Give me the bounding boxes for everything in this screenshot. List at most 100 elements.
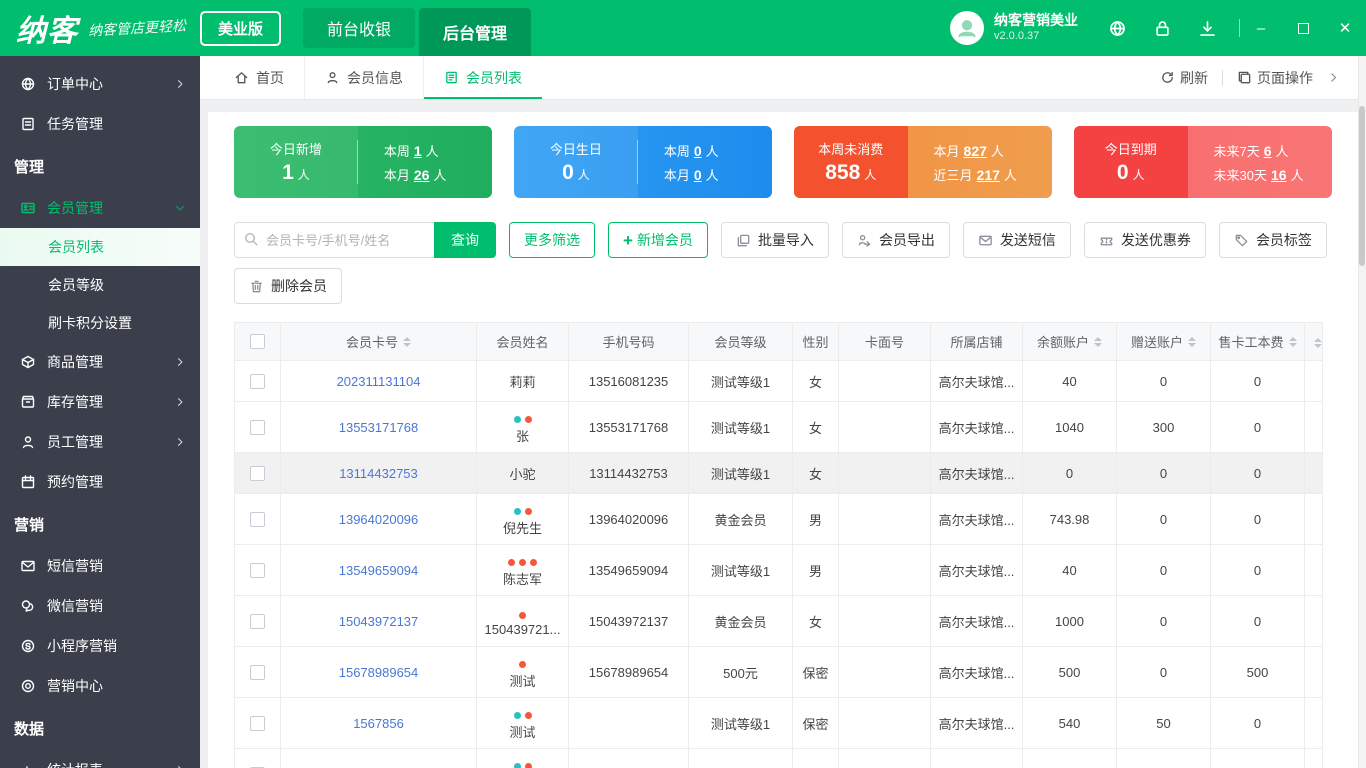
minimize-button[interactable]: – — [1240, 0, 1282, 56]
row-checkbox[interactable] — [250, 562, 265, 578]
cell-face — [838, 748, 931, 768]
table-row-1[interactable]: 13553171768 张 13553171768 测试等级1 女高尔夫球馆... 104… — [234, 401, 1323, 453]
header-tab-0[interactable]: 前台收银 — [303, 8, 416, 48]
sidebar-item-label: 会员管理 — [47, 200, 103, 216]
sidebar-item-1[interactable]: 任务管理 — [0, 104, 200, 144]
sidebar-item-0[interactable]: 订单中心 — [0, 64, 200, 104]
search-input[interactable] — [234, 222, 434, 258]
tag-dot — [519, 660, 526, 668]
table-row-8[interactable]: 测试 — [234, 748, 1323, 768]
sidebar-item-9[interactable]: 员工管理 — [0, 422, 200, 462]
column-fee[interactable]: 售卡工本费 — [1210, 322, 1305, 361]
toolbar-button-0[interactable]: 批量导入 — [720, 222, 829, 258]
column-stub[interactable] — [1304, 322, 1323, 361]
cell-gender: 女 — [792, 401, 839, 453]
row-checkbox[interactable] — [250, 613, 265, 629]
column-balance[interactable]: 余额账户 — [1022, 322, 1117, 361]
sidebar-item-10[interactable]: 预约管理 — [0, 462, 200, 502]
header-tab-1[interactable]: 后台管理 — [419, 8, 532, 56]
sort-icon[interactable] — [1314, 337, 1322, 348]
toolbar-button-2[interactable]: 发送短信 — [962, 222, 1071, 258]
column-card[interactable]: 会员卡号 — [280, 322, 477, 361]
tab-2[interactable]: 会员列表 — [423, 56, 542, 99]
row-checkbox[interactable] — [250, 511, 265, 527]
maximize-button[interactable] — [1282, 0, 1324, 56]
globe-icon[interactable] — [1108, 19, 1127, 38]
sidebar-item-14[interactable]: 小程序营销 — [0, 626, 200, 666]
stat-unit: 人 — [577, 168, 590, 182]
refresh-button[interactable]: 刷新 — [1160, 68, 1208, 88]
sort-icon[interactable] — [1288, 336, 1297, 347]
scrollbar-thumb[interactable] — [1359, 106, 1365, 266]
stat-title: 本周未消费 — [818, 142, 884, 157]
member-card-link[interactable]: 13549659094 — [339, 563, 419, 578]
sidebar-item-label: 员工管理 — [47, 434, 103, 450]
row-checkbox[interactable] — [250, 664, 265, 680]
member-card-link[interactable]: 13964020096 — [339, 512, 419, 527]
sidebar-subitem-5[interactable]: 会员等级 — [0, 266, 200, 304]
sort-icon[interactable] — [1094, 336, 1102, 347]
tab-1[interactable]: 会员信息 — [304, 56, 423, 99]
sidebar-item-7[interactable]: 商品管理 — [0, 342, 200, 382]
sidebar-item-13[interactable]: 微信营销 — [0, 586, 200, 626]
table-row-3[interactable]: 13964020096 倪先生 13964020096 黄金会员男高尔夫球馆... 74… — [234, 493, 1323, 545]
avatar[interactable] — [950, 11, 984, 45]
member-card-link[interactable]: 13553171768 — [339, 420, 419, 435]
header-checkbox[interactable] — [250, 334, 265, 349]
content-scrollbar[interactable] — [1358, 56, 1366, 768]
chevron-right-icon[interactable] — [1327, 71, 1340, 84]
search-icon — [243, 231, 259, 247]
download-icon[interactable] — [1198, 19, 1217, 38]
cell-balance: 0 — [1022, 452, 1117, 494]
table-row-7[interactable]: 1567856 测试 测试等级1 保密 高尔夫球馆... 540 50 0 — [234, 697, 1323, 749]
sidebar-item-3[interactable]: 会员管理 — [0, 188, 200, 228]
wechat-icon — [20, 598, 36, 614]
lock-icon[interactable] — [1153, 19, 1172, 38]
sidebar-item-8[interactable]: 库存管理 — [0, 382, 200, 422]
column-gift[interactable]: 赠送账户 — [1116, 322, 1211, 361]
member-card-link[interactable]: 15678989654 — [339, 665, 419, 680]
row-checkbox[interactable] — [250, 419, 265, 435]
import-icon — [736, 233, 751, 248]
sidebar-subitem-4[interactable]: 会员列表 — [0, 228, 200, 266]
table-row-6[interactable]: 15678989654 测试 15678989654 500元 保密 高尔夫球馆... 50… — [234, 646, 1323, 698]
delete-member-button[interactable]: 删除会员 — [234, 268, 342, 304]
app-version: v2.0.0.37 — [994, 29, 1040, 42]
tab-0[interactable]: 首页 — [214, 56, 304, 99]
row-checkbox[interactable] — [250, 373, 265, 389]
sidebar-subitem-6[interactable]: 刷卡积分设置 — [0, 304, 200, 342]
member-card-link[interactable]: 15043972137 — [339, 614, 419, 629]
toolbar-button-3[interactable]: 发送优惠券 — [1083, 222, 1206, 258]
sidebar-item-17[interactable]: 统计报表 — [0, 750, 200, 768]
toolbar-button-4[interactable]: 会员标签 — [1218, 222, 1327, 258]
sort-icon[interactable] — [403, 336, 411, 347]
toolbar-button-1[interactable]: 会员导出 — [841, 222, 950, 258]
stat-card-right: 本周 1 人本月 26 人 — [358, 126, 492, 198]
member-card-link[interactable]: 202311131104 — [337, 374, 421, 389]
edition-button[interactable]: 美业版 — [200, 10, 282, 46]
sidebar-item-15[interactable]: 营销中心 — [0, 666, 200, 706]
row-checkbox[interactable] — [250, 715, 265, 731]
sidebar-item-12[interactable]: 短信营销 — [0, 546, 200, 586]
stat-value: 1人 — [282, 161, 310, 184]
cell-phone: 13516081235 — [568, 360, 689, 402]
member-card-link[interactable]: 13114432753 — [339, 466, 418, 481]
sidebar: 订单中心 任务管理 管理 会员管理 会员列表 会员等级 刷卡积分设置 商品管理 库存管理 员工管理… — [0, 56, 200, 768]
cell-fee: 0 — [1210, 452, 1305, 494]
column-gender: 性别 — [792, 322, 839, 361]
add-member-button[interactable]: + 新增会员 — [608, 222, 708, 258]
cell-level — [688, 748, 793, 768]
cell-gift: 50 — [1116, 697, 1211, 749]
more-filter-button[interactable]: 更多筛选 — [509, 222, 595, 258]
table-row-2[interactable]: 13114432753 小驼 13114432753 测试等级1 女高尔夫球馆... 0 0… — [234, 452, 1323, 494]
page-ops-button[interactable]: 页面操作 — [1237, 68, 1313, 88]
table-row-4[interactable]: 13549659094 陈志军 13549659094 测试等级1 男高尔夫球馆... 4… — [234, 544, 1323, 596]
table-row-0[interactable]: 202311131104 莉莉 13516081235 测试等级1 女 高尔夫球馆... 4… — [234, 360, 1323, 402]
sort-icon[interactable] — [1188, 336, 1196, 347]
row-checkbox[interactable] — [250, 465, 265, 481]
table-row-5[interactable]: 15043972137 150439721... 15043972137 黄金会员女高… — [234, 595, 1323, 647]
close-button[interactable]: ✕ — [1324, 0, 1366, 56]
member-card-link[interactable]: 1567856 — [353, 716, 404, 731]
query-button[interactable]: 查询 — [434, 222, 496, 258]
sidebar-item-label: 预约管理 — [47, 474, 103, 490]
